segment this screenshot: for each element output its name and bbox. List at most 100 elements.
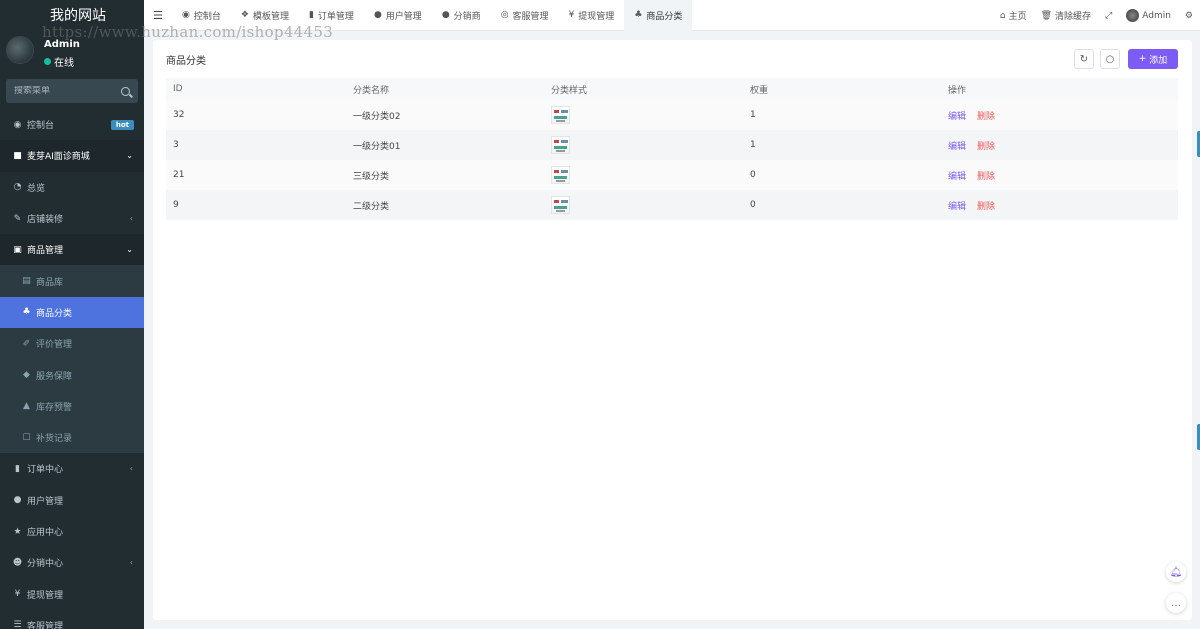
notification-bell-icon[interactable]: 🔔︎ [1166,562,1186,582]
delete-link[interactable]: 删除 [977,142,995,152]
sidebar-item-15[interactable]: ¥ 提现管理 [0,578,144,609]
tab-3[interactable]: ● 用户管理 [364,0,432,31]
edit-link[interactable]: 编辑 [948,112,966,122]
dashboard-icon: ◉ [13,119,22,130]
edit-link[interactable]: 编辑 [948,202,966,212]
clear-cache-button[interactable]: 🗑︎ 清除缓存 [1034,0,1098,31]
delete-link[interactable]: 删除 [977,112,995,122]
add-button[interactable]: + 添加 [1128,49,1178,69]
edit-link[interactable]: 编辑 [948,142,966,152]
tab-1[interactable]: ❖ 模板管理 [231,0,299,31]
cell-actions: 编辑 删除 [941,100,1178,130]
cell-style [544,130,743,160]
user-circle-icon: ◎ [500,10,509,20]
admin-label: Admin [1142,10,1171,21]
pie-chart-icon: ◔ [13,182,22,193]
navbar-right: ⌂ 主页 🗑︎ 清除缓存 ⤢ Admin ⚙ [993,0,1200,31]
delete-link[interactable]: 删除 [977,202,995,212]
sidebar-item-3[interactable]: ✎ 店铺装修 ‹ [0,203,144,234]
trash-icon: 🗑︎ [1040,10,1053,21]
user-icon: ● [373,10,382,20]
sitemap-icon: ♣ [22,307,31,318]
tab-5[interactable]: ◎ 客服管理 [491,0,559,31]
clear-cache-label: 清除缓存 [1055,12,1092,22]
cell-name: 一级分类02 [346,100,544,130]
tab-label: 分销商 [453,11,481,22]
category-style-thumbnail[interactable] [551,166,570,184]
cell-id: 3 [166,130,346,160]
sidebar-item-12[interactable]: ● 用户管理 [0,485,144,516]
tab-label: 客服管理 [512,11,549,22]
column-header[interactable]: 分类名称 [346,78,544,100]
sidebar-item-9[interactable]: ▲ 库存预警 [0,390,144,422]
home-link[interactable]: ⌂ 主页 [993,0,1034,31]
cell-actions: 编辑 删除 [941,130,1178,160]
sidebar-item-label: 商品分类 [36,308,73,319]
column-header[interactable]: 分类样式 [544,78,743,100]
category-style-thumbnail[interactable] [551,106,570,124]
cell-name: 三级分类 [346,160,544,190]
admin-menu[interactable]: Admin [1119,0,1178,31]
edit-link[interactable]: 编辑 [948,172,966,182]
category-style-thumbnail[interactable] [551,196,570,214]
category-style-thumbnail[interactable] [551,136,570,154]
table-header: ID 分类名称 分类样式 权重 操作 [166,78,1178,100]
checkbox-icon: ☐ [22,432,31,443]
tab-6[interactable]: ¥ 提现管理 [559,0,625,31]
column-header[interactable]: ID [166,78,346,100]
table-row: 32 一级分类02 1 编辑 删除 [166,100,1178,130]
sidebar-item-label: 评价管理 [36,340,73,351]
refresh-button[interactable]: ↻ [1074,49,1094,69]
sidebar-item-10[interactable]: ☐ 补货记录 [0,421,144,454]
sidebar-item-label: 用户管理 [27,496,64,507]
chevron-left-icon: ‹ [129,558,133,568]
tab-4[interactable]: ● 分销商 [432,0,491,31]
search-icon[interactable] [121,86,130,96]
sidebar-item-16[interactable]: ☰ 客服管理 [0,610,144,629]
sidebar-item-2[interactable]: ◔ 总览 [0,172,144,203]
sidebar-item-1[interactable]: ■ 麦芽AI面诊商城 ⌄ [0,140,144,172]
yen-icon: ¥ [568,10,575,20]
sidebar-item-8[interactable]: ◆ 服务保障 [0,359,144,391]
sidebar-item-6[interactable]: ♣ 商品分类 [0,296,144,329]
sidebar-item-5[interactable]: ▤ 商品库 [0,265,144,297]
cell-style [544,190,743,220]
file-icon: ▮ [15,463,20,474]
hot-badge: hot [110,119,134,130]
tab-2[interactable]: ▮ 订单管理 [299,0,364,31]
user-status: 在线 [44,54,74,69]
sidebar-item-0[interactable]: ◉ 控制台 hot [0,109,144,140]
online-dot-icon [44,58,51,65]
tag-icon: ◆ [23,370,30,381]
tab-7[interactable]: ♣ 商品分类 [624,0,693,31]
sidebar-item-label: 总览 [27,183,46,194]
menu-toggle-icon[interactable]: ☰ [144,9,172,22]
sidebar-item-label: 服务保障 [36,371,73,382]
sidebar-item-11[interactable]: ▮ 订单中心 ‹ [0,453,144,484]
column-header[interactable]: 权重 [743,78,941,100]
sidebar-item-14[interactable]: ☻ 分销中心 ‹ [0,547,144,578]
sidebar-item-label: 商品库 [36,277,64,288]
briefcase-icon: ■ [13,150,22,161]
sidebar-item-label: 控制台 [27,121,55,132]
users-icon: ☻ [12,557,23,568]
tab-0[interactable]: ◉ 控制台 [172,0,231,31]
tab-label: 订单管理 [317,11,354,22]
sidebar-item-13[interactable]: ★ 应用中心 [0,516,144,547]
warning-icon: ▲ [23,401,30,412]
home-icon: ⌂ [999,10,1006,21]
search-toggle-button[interactable]: ○ [1100,49,1120,69]
site-brand[interactable]: 我的网站 [0,0,144,30]
avatar[interactable] [6,36,34,64]
fullscreen-icon[interactable]: ⤢ [1098,0,1119,31]
column-header[interactable]: 操作 [941,78,1178,100]
delete-link[interactable]: 删除 [977,172,995,182]
menu-search-input[interactable] [14,86,114,96]
cell-style [544,160,743,190]
home-label: 主页 [1008,12,1027,22]
sidebar-item-7[interactable]: ✐ 评价管理 [0,328,144,360]
sidebar-item-label: 客服管理 [27,621,64,629]
sidebar-item-4[interactable]: ▣ 商品管理 ⌄ [0,234,144,266]
chat-icon[interactable]: … [1166,593,1186,613]
settings-icon[interactable]: ⚙ [1178,0,1200,31]
